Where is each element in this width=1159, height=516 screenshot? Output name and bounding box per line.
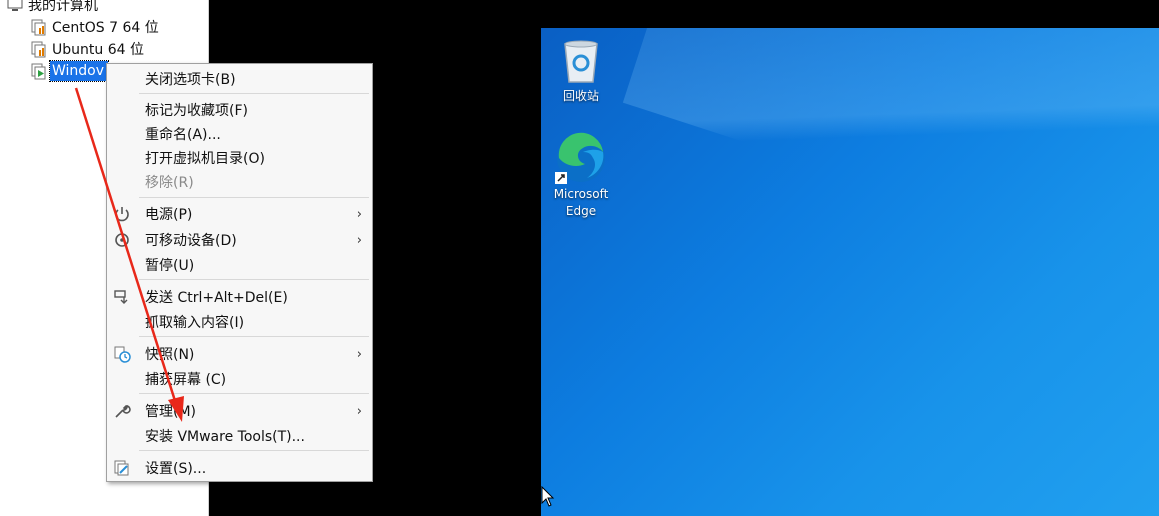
edge-label-line1: Microsoft [553,187,609,201]
tree-item-vm-centos[interactable]: CentOS 7 64 位 [30,16,159,38]
tree-item-my-computer[interactable]: 我的计算机 [6,0,98,16]
menu-item-open-vm-directory[interactable]: 打开虚拟机目录(O) [107,146,372,170]
submenu-arrow-icon: › [356,403,362,419]
menu-separator [139,393,369,394]
tree-item-vm-windows[interactable]: Windov [30,60,110,82]
menu-item-snapshot[interactable]: 快照(N) › [107,342,372,366]
computer-icon [6,0,24,14]
menu-item-remove: 移除(R) [145,175,194,191]
tree-item-label: Windov [48,60,110,82]
guest-desktop[interactable]: 回收站 Microsoft Edge [541,28,1159,516]
menu-item-rename[interactable]: 重命名(A)... [107,122,372,146]
menu-item-manage[interactable]: 管理(M) › [107,399,372,423]
menu-item-power[interactable]: 电源(P) › [107,202,372,226]
send-keys-icon [114,290,128,304]
desktop-icon-recycle-bin[interactable]: 回收站 [541,34,621,105]
menu-separator [139,93,369,94]
submenu-arrow-icon: › [356,206,362,222]
menu-item-capture-screen[interactable]: 捕获屏幕 (C) [107,367,372,391]
power-icon [115,207,129,222]
settings-icon [114,460,129,476]
submenu-arrow-icon: › [356,346,362,362]
tree-item-vm-ubuntu[interactable]: Ubuntu 64 位 [30,38,144,60]
wallpaper-light-beam [622,28,1159,381]
wrench-icon [115,404,131,418]
vm-icon [30,40,48,58]
mouse-pointer-icon [541,486,555,507]
recycle-bin-label: 回收站 [562,89,599,103]
tree-item-label: CentOS 7 64 位 [52,20,159,36]
removable-device-icon [115,233,129,247]
menu-separator [139,279,369,280]
edge-browser-icon [555,132,605,184]
menu-item-removable-devices[interactable]: 可移动设备(D) › [107,228,372,252]
menu-item-mark-favorite[interactable]: 标记为收藏项(F) [107,98,372,122]
menu-separator [139,450,369,451]
menu-item-pause[interactable]: 暂停(U) [107,253,372,277]
vm-context-menu: 关闭选项卡(B) 标记为收藏项(F) 重命名(A)... 打开虚拟机目录(O) … [106,63,373,482]
submenu-arrow-icon: › [356,232,362,248]
menu-separator [139,197,369,198]
menu-separator [139,336,369,337]
tree-item-label: 我的计算机 [28,0,98,14]
vm-running-icon [30,62,48,80]
snapshot-icon [114,346,131,363]
menu-item-settings[interactable]: 设置(S)... [107,456,372,480]
menu-item-install-vmware-tools[interactable]: 安装 VMware Tools(T)... [107,424,372,448]
vm-icon [30,18,48,36]
menu-item-send-ctrl-alt-del[interactable]: 发送 Ctrl+Alt+Del(E) [107,285,372,309]
tree-item-label: Ubuntu 64 位 [52,42,144,58]
menu-item-close-tab[interactable]: 关闭选项卡(B) [107,67,372,91]
desktop-icon-edge[interactable]: Microsoft Edge [541,132,621,220]
recycle-bin-icon [564,40,598,83]
edge-label-line2: Edge [565,204,597,218]
menu-item-grab-input[interactable]: 抓取输入内容(I) [107,310,372,334]
